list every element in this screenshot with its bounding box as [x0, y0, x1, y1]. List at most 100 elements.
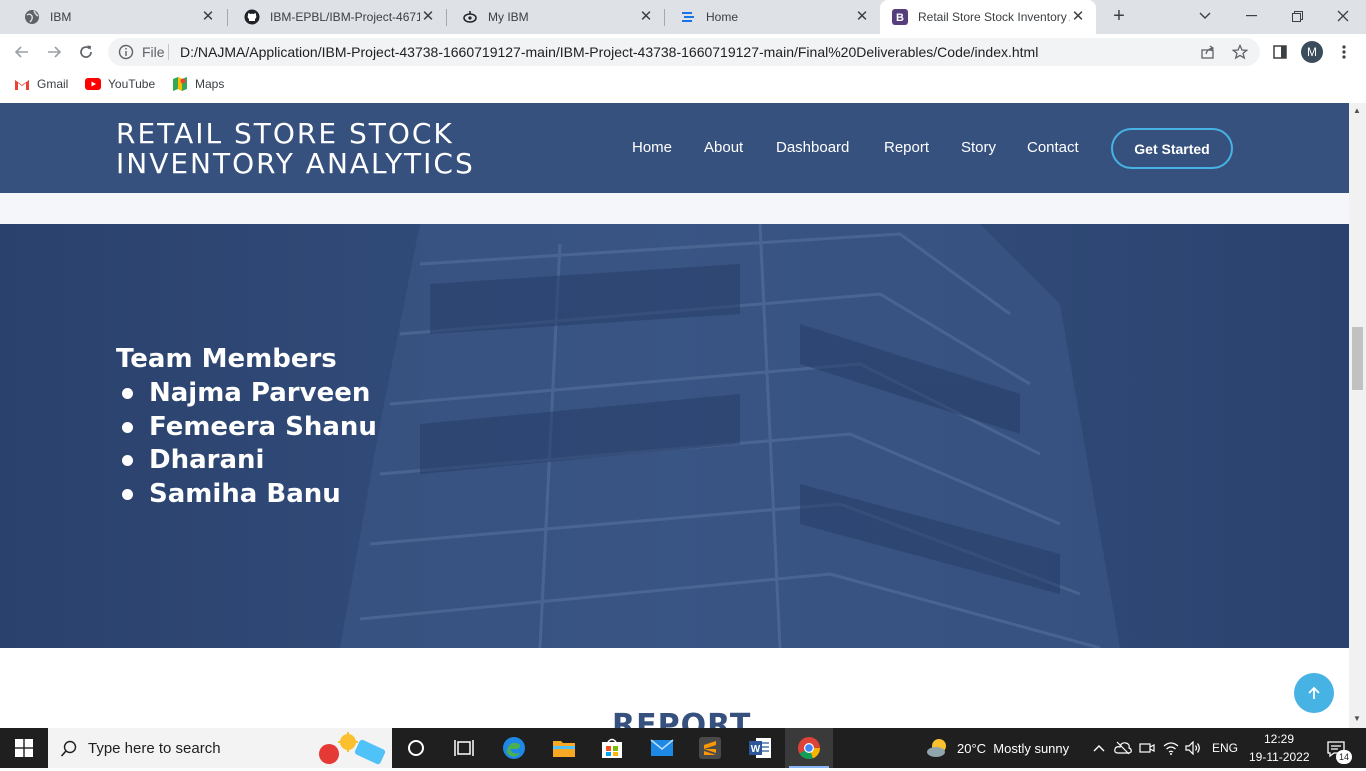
taskbar-file-explorer[interactable]: [540, 728, 588, 768]
bookmark-gmail[interactable]: Gmail: [14, 76, 68, 92]
page-scrollbar[interactable]: [1349, 103, 1366, 728]
scroll-down-arrow-icon[interactable]: ▼: [1353, 714, 1361, 723]
start-button[interactable]: [0, 728, 48, 768]
info-icon[interactable]: [118, 44, 134, 60]
input-language[interactable]: ENG: [1212, 741, 1238, 755]
kanban-icon: [680, 9, 696, 25]
restore-button[interactable]: [1274, 0, 1320, 32]
close-icon: [1337, 10, 1349, 22]
close-window-button[interactable]: [1320, 0, 1366, 32]
clock-time[interactable]: 12:29: [1264, 732, 1294, 746]
bootstrap-icon: B: [892, 9, 908, 25]
site-logo[interactable]: RETAIL STORE STOCK INVENTORY ANALYTICS: [116, 119, 475, 179]
chevron-up-icon[interactable]: [1090, 738, 1108, 758]
close-icon[interactable]: ✕: [854, 9, 870, 25]
tab-search-button[interactable]: [1182, 0, 1228, 32]
arrow-up-icon: [1308, 686, 1320, 699]
bullet-icon: [122, 455, 133, 467]
nav-home[interactable]: Home: [632, 139, 672, 156]
chrome-icon: [798, 737, 821, 760]
svg-text:W: W: [751, 744, 761, 755]
brand-line-2: INVENTORY ANALYTICS: [116, 147, 475, 180]
browser-tab-github[interactable]: IBM-EPBL/IBM-Project-46719 ✕: [228, 0, 446, 34]
share-icon: [1201, 45, 1214, 59]
clock-date[interactable]: 19-11-2022: [1249, 750, 1310, 764]
globe-icon: [24, 9, 40, 25]
folder-icon: [553, 741, 575, 757]
youtube-icon: [85, 76, 101, 92]
get-started-button[interactable]: Get Started: [1111, 128, 1233, 169]
tab-title: IBM: [50, 10, 72, 24]
gmail-icon: [14, 76, 30, 92]
task-view-button[interactable]: [392, 728, 440, 768]
bullet-icon: [122, 421, 133, 433]
list-item: Dharani: [116, 444, 377, 478]
more-vert-icon: [1342, 45, 1346, 59]
browser-tab-retail-store[interactable]: B Retail Store Stock Inventory A ✕: [880, 0, 1096, 34]
minimize-button[interactable]: [1228, 0, 1274, 32]
team-hero-section: Team Members Najma Parveen Femeera Shanu…: [0, 224, 1349, 648]
back-button[interactable]: [10, 40, 34, 64]
nav-about[interactable]: About: [704, 139, 743, 156]
taskbar-sublime-text[interactable]: [686, 728, 734, 768]
minimize-icon: [1245, 15, 1257, 17]
close-icon[interactable]: ✕: [420, 9, 436, 25]
search-placeholder: Type here to search: [88, 740, 221, 757]
star-icon: [1232, 44, 1248, 60]
taskbar-mail[interactable]: [638, 728, 686, 768]
bullet-icon: [122, 388, 133, 400]
sublime-text-icon: [699, 737, 721, 759]
chevron-down-icon: [1199, 12, 1211, 19]
reload-button[interactable]: [74, 40, 98, 64]
report-heading: REPORT: [612, 708, 752, 728]
browser-tab-ibm[interactable]: IBM ✕: [8, 0, 226, 34]
taskbar-store[interactable]: [588, 728, 636, 768]
side-panel-button[interactable]: [1270, 42, 1290, 62]
restore-icon: [1291, 10, 1303, 22]
weather-icon[interactable]: [926, 736, 950, 760]
bookmark-label: Maps: [195, 77, 225, 91]
share-button[interactable]: [1198, 42, 1218, 62]
notifications-button[interactable]: 14: [1322, 736, 1352, 764]
arrow-left-icon: [14, 46, 28, 58]
bookmark-star-button[interactable]: [1230, 42, 1250, 62]
taskbar-chrome[interactable]: [785, 728, 833, 768]
weather-status[interactable]: 20°C Mostly sunny: [957, 741, 1069, 756]
search-highlight-illustration: [314, 730, 388, 766]
member-name: Samiha Banu: [149, 478, 341, 509]
taskbar-word[interactable]: W: [736, 728, 784, 768]
close-icon[interactable]: ✕: [638, 9, 654, 25]
brand-line-1: RETAIL STORE STOCK: [116, 117, 454, 150]
menu-button[interactable]: [1334, 42, 1354, 62]
maps-icon: [172, 76, 188, 92]
cloud-offline-icon[interactable]: [1114, 738, 1132, 758]
new-tab-button[interactable]: +: [1108, 6, 1130, 28]
scroll-up-arrow-icon[interactable]: ▲: [1353, 106, 1361, 115]
taskbar-edge[interactable]: [490, 728, 538, 768]
scrollbar-thumb[interactable]: [1352, 327, 1363, 390]
volume-icon[interactable]: [1184, 738, 1202, 758]
github-icon: [244, 9, 260, 25]
address-url[interactable]: D:/NAJMA/Application/IBM-Project-43738-1…: [180, 44, 1038, 60]
close-icon[interactable]: ✕: [200, 9, 216, 25]
avatar[interactable]: M: [1301, 41, 1323, 63]
browser-tab-home[interactable]: Home ✕: [664, 0, 880, 34]
back-to-top-button[interactable]: [1294, 673, 1334, 713]
page-viewport: RETAIL STORE STOCK INVENTORY ANALYTICS H…: [0, 103, 1349, 728]
taskbar-task-view[interactable]: [440, 728, 488, 768]
site-header: RETAIL STORE STOCK INVENTORY ANALYTICS H…: [0, 103, 1349, 193]
nav-report[interactable]: Report: [884, 139, 929, 156]
nav-dashboard[interactable]: Dashboard: [776, 139, 849, 156]
nav-contact[interactable]: Contact: [1027, 139, 1079, 156]
side-panel-icon: [1273, 45, 1287, 59]
forward-button[interactable]: [42, 40, 66, 64]
nav-story[interactable]: Story: [961, 139, 996, 156]
wifi-icon[interactable]: [1162, 738, 1180, 758]
meet-now-icon[interactable]: [1138, 738, 1156, 758]
ibm-icon: [462, 9, 478, 25]
close-icon[interactable]: ✕: [1070, 9, 1086, 25]
browser-tab-my-ibm[interactable]: My IBM ✕: [446, 0, 664, 34]
bookmark-maps[interactable]: Maps: [172, 76, 224, 92]
bullet-icon: [122, 488, 133, 500]
bookmark-youtube[interactable]: YouTube: [85, 76, 155, 92]
